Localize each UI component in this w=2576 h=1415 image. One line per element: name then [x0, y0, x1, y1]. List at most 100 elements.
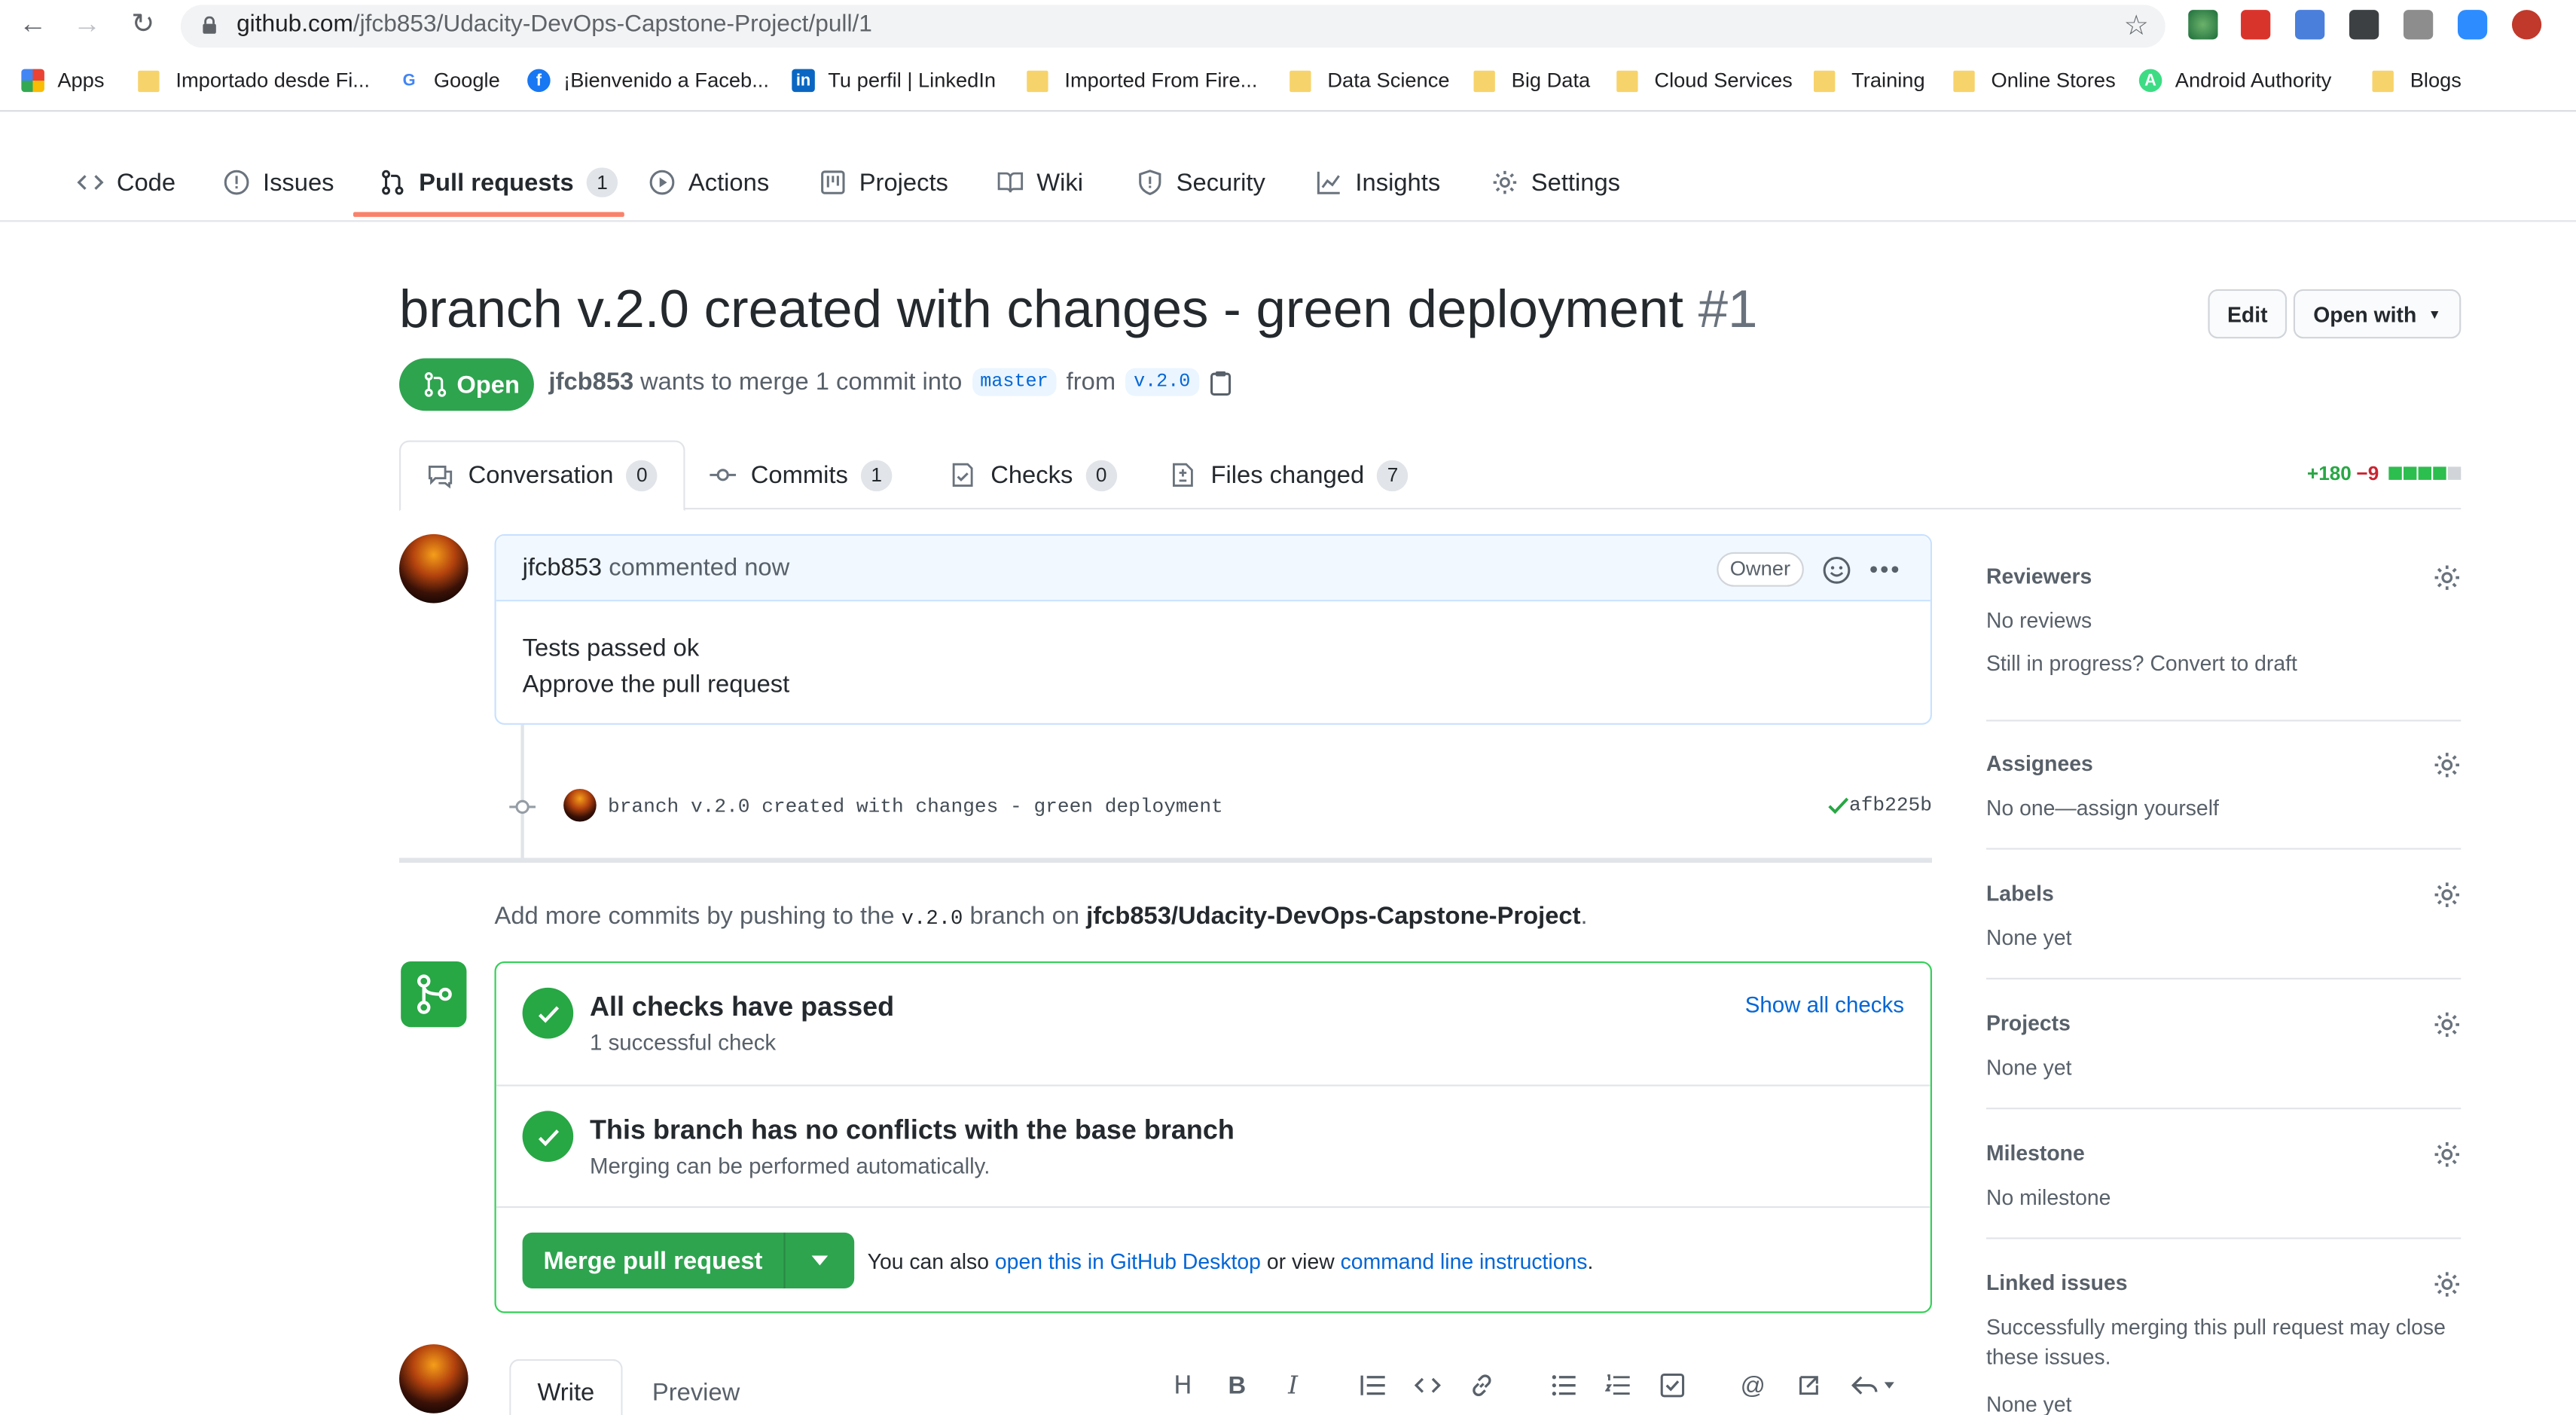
merge-pull-request-button[interactable]: Merge pull request	[523, 1232, 786, 1288]
tab-files-changed[interactable]: Files changed 7	[1170, 441, 1409, 510]
sidebar-heading: Reviewers	[1985, 564, 2092, 588]
merge-options-dropdown[interactable]	[786, 1233, 855, 1288]
bookmark-item[interactable]: f ¡Bienvenido a Faceb...	[527, 66, 769, 95]
apps-grid-icon	[21, 69, 44, 93]
google-translate-icon[interactable]	[2295, 10, 2325, 40]
merge-box: All checks have passed 1 successful chec…	[494, 961, 1932, 1313]
nav-wiki[interactable]: Wiki	[997, 164, 1083, 200]
bookmark-item[interactable]: Cloud Services	[1616, 66, 1793, 95]
extension-icon[interactable]	[2241, 10, 2271, 40]
reload-icon[interactable]: ↻	[125, 7, 161, 43]
bookmarks-bar: Apps Importado desde Fi... G Google f ¡Bienve…	[0, 60, 2576, 102]
folder-icon	[1027, 69, 1048, 92]
edit-button[interactable]: Edit	[2208, 289, 2288, 339]
bookmark-item[interactable]: Imported From Fire...	[1027, 66, 1257, 95]
comment-text-line: Tests passed ok	[522, 634, 700, 662]
nav-insights[interactable]: Insights	[1316, 164, 1440, 200]
bookmark-item[interactable]: Data Science	[1290, 66, 1450, 95]
nav-projects[interactable]: Projects	[819, 164, 948, 200]
push-note-branch: v.2.0	[901, 906, 963, 931]
quote-icon[interactable]	[1359, 1371, 1388, 1400]
tab-checks[interactable]: Checks 0	[950, 441, 1117, 510]
zoom-icon[interactable]	[2457, 10, 2488, 40]
bookmark-item[interactable]: in Tu perfil | LinkedIn	[792, 66, 996, 95]
commit-sha[interactable]: afb225b	[1826, 793, 1932, 817]
bookmark-item[interactable]: Training	[1813, 66, 1925, 95]
extension-icon[interactable]	[2403, 10, 2434, 40]
nav-label: Actions	[688, 168, 770, 197]
nav-pull-requests[interactable]: Pull requests 1	[380, 164, 618, 200]
nav-settings[interactable]: Settings	[1491, 164, 1620, 200]
link-icon[interactable]	[1467, 1371, 1497, 1400]
bookmark-item[interactable]: Importado desde Fi...	[138, 66, 370, 95]
extension-icon[interactable]	[2188, 10, 2218, 40]
gear-icon[interactable]	[2433, 1010, 2461, 1038]
task-list-icon[interactable]	[1658, 1371, 1687, 1400]
heading-icon[interactable]: H	[1168, 1371, 1198, 1400]
gear-icon[interactable]	[2433, 881, 2461, 909]
convert-to-draft-link[interactable]: Still in progress? Convert to draft	[1986, 649, 2297, 679]
show-all-checks-link[interactable]: Show all checks	[1745, 992, 1904, 1017]
forward-icon[interactable]: →	[69, 7, 105, 43]
tab-commits[interactable]: Commits 1	[710, 441, 893, 510]
bookmark-item[interactable]: Big Data	[1473, 66, 1590, 95]
italic-icon[interactable]: I	[1278, 1371, 1308, 1400]
tab-preview[interactable]: Preview	[652, 1379, 740, 1407]
unordered-list-icon[interactable]	[1549, 1371, 1579, 1400]
avatar[interactable]	[399, 533, 469, 604]
nav-issues[interactable]: Issues	[224, 164, 334, 200]
command-line-link[interactable]: command line instructions	[1341, 1249, 1588, 1274]
comment-author-link[interactable]: jfcb853	[523, 554, 603, 582]
avatar[interactable]	[399, 1344, 469, 1413]
back-icon[interactable]: ←	[15, 7, 51, 43]
cross-reference-icon[interactable]	[1794, 1371, 1824, 1400]
commit-message-link[interactable]: branch v.2.0 created with changes - gree…	[608, 796, 1223, 819]
check-circle-icon	[522, 1111, 574, 1163]
bookmark-item[interactable]: Apps	[21, 66, 105, 95]
bookmark-item[interactable]: Online Stores	[1953, 66, 2116, 95]
nav-security[interactable]: Security	[1137, 164, 1265, 200]
address-bar[interactable]: github.com/jfcb853/Udacity-DevOps-Capsto…	[180, 5, 2165, 48]
reply-icon[interactable]	[1850, 1371, 1899, 1400]
profile-icon[interactable]	[2511, 10, 2542, 40]
bold-icon[interactable]: B	[1222, 1371, 1252, 1400]
gear-icon[interactable]	[2433, 751, 2461, 779]
ordered-list-icon[interactable]	[1604, 1371, 1633, 1400]
browser-chrome: ← → ↻ github.com/jfcb853/Udacity-DevOps-…	[0, 0, 2576, 112]
open-with-button[interactable]: Open with ▼	[2293, 289, 2462, 339]
bookmark-star-icon[interactable]: ☆	[2124, 10, 2149, 43]
kebab-horizontal-icon[interactable]	[1869, 565, 1899, 573]
head-branch-ref[interactable]: v.2.0	[1125, 368, 1199, 396]
comment-text-line: Approve the pull request	[522, 670, 790, 698]
assign-yourself-link[interactable]: No one—assign yourself	[1986, 793, 2219, 823]
pr-merge-text: wants to merge 1 commit into	[639, 368, 963, 396]
pr-author-link[interactable]: jfcb853	[548, 368, 633, 396]
nav-actions[interactable]: Actions	[649, 164, 770, 200]
nav-code[interactable]: Code	[77, 164, 175, 200]
comment-timestamp[interactable]: commented now	[609, 554, 789, 582]
bookmark-item[interactable]: A Android Authority	[2138, 66, 2331, 95]
mention-icon[interactable]: @	[1738, 1371, 1768, 1400]
commit-icon	[509, 799, 536, 814]
checks-title: All checks have passed	[590, 992, 895, 1022]
google-icon: G	[397, 69, 421, 93]
pull-request-icon	[382, 170, 404, 195]
tab-label: Checks	[990, 460, 1073, 489]
code-icon[interactable]	[1413, 1371, 1442, 1400]
bookmark-item[interactable]: Blogs	[2372, 66, 2462, 95]
avatar[interactable]	[563, 788, 597, 822]
github-desktop-link[interactable]: open this in GitHub Desktop	[995, 1249, 1261, 1274]
base-branch-ref[interactable]: master	[972, 368, 1057, 396]
tab-write[interactable]: Write	[509, 1358, 623, 1415]
copy-icon[interactable]	[1208, 369, 1232, 396]
tab-conversation[interactable]: Conversation 0	[399, 440, 685, 512]
bookmark-item[interactable]: G Google	[397, 66, 500, 95]
diffstat[interactable]: +180 −9	[2307, 462, 2462, 484]
extension-icon[interactable]	[2349, 10, 2379, 40]
gear-icon[interactable]	[2433, 1270, 2461, 1298]
diffstat-block	[2433, 466, 2446, 480]
conflicts-subtitle: Merging can be performed automatically.	[590, 1154, 990, 1178]
gear-icon[interactable]	[2433, 1141, 2461, 1169]
gear-icon[interactable]	[2433, 564, 2461, 591]
smiley-icon[interactable]	[1822, 555, 1851, 585]
